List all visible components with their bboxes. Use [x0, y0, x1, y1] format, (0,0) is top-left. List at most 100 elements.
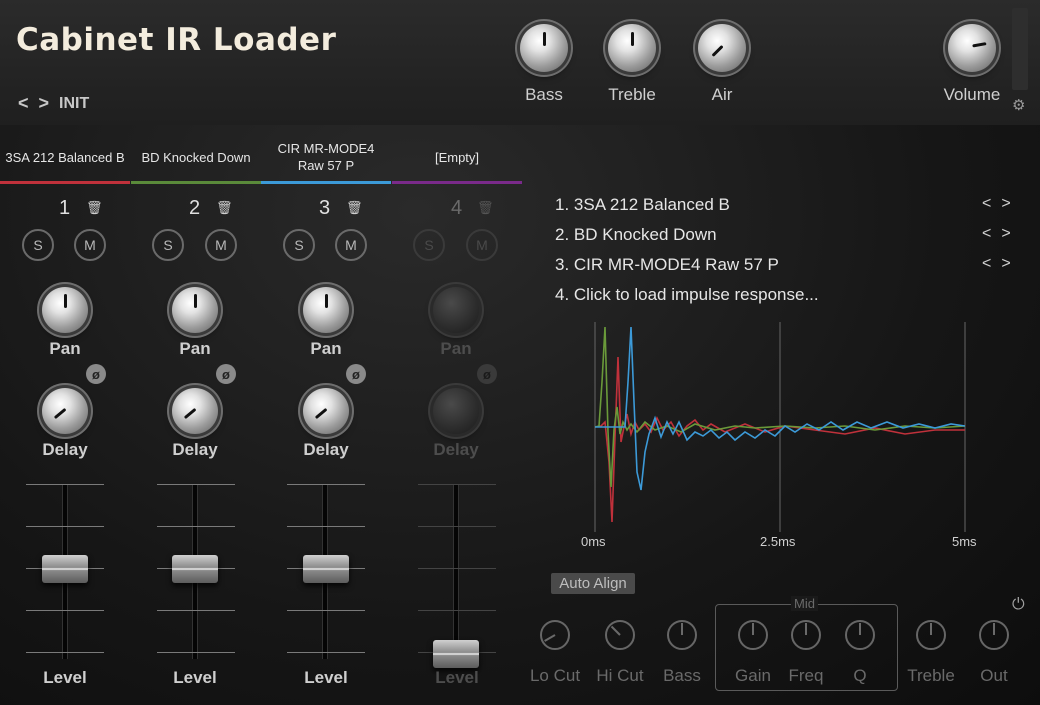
ir-list-arrows-1[interactable]: <>	[982, 195, 1021, 213]
ir-list-arrows-3[interactable]: <>	[982, 255, 1021, 273]
solo-button[interactable]: S	[283, 229, 315, 261]
channel-tab-bar	[0, 181, 130, 184]
bass-knob-label: Bass	[525, 85, 563, 104]
ir-list-arrows-2[interactable]: <>	[982, 225, 1021, 243]
lo-cut-label: Lo Cut	[529, 666, 581, 685]
trash-icon[interactable]: 🗑	[477, 200, 494, 216]
fader-tick	[287, 526, 365, 527]
delay-knob[interactable]	[433, 388, 479, 434]
pan-label: Pan	[310, 339, 342, 358]
mute-button[interactable]: M	[335, 229, 367, 261]
fader-tick	[418, 568, 496, 569]
delay-knob-group: Delay	[168, 388, 222, 460]
channel-tab-3[interactable]: CIR MR-MODE4 Raw 57 P	[261, 132, 391, 184]
channel-tab-label: BD Knocked Down	[141, 149, 251, 165]
channel-number: 1	[59, 197, 71, 219]
eq-bass-label: Bass	[663, 666, 701, 685]
volume-knob[interactable]	[948, 24, 996, 72]
channel-tab-1[interactable]: 3SA 212 Balanced B	[0, 132, 130, 184]
pan-knob[interactable]	[42, 287, 88, 333]
channel-tab-2[interactable]: BD Knocked Down	[131, 132, 261, 184]
pan-label: Pan	[49, 339, 81, 358]
gear-icon[interactable]: ⚙	[1012, 96, 1025, 114]
eq-power-icon[interactable]: ⏻	[1012, 596, 1025, 614]
pan-knob[interactable]	[172, 287, 218, 333]
phase-invert-button[interactable]: ø	[346, 364, 366, 384]
bass-knob[interactable]	[520, 24, 568, 72]
delay-knob[interactable]	[303, 388, 349, 434]
fader-tick	[157, 610, 235, 611]
level-fader-track[interactable]	[453, 484, 459, 659]
mid-gain-knob[interactable]	[738, 620, 768, 650]
fader-tick	[287, 484, 365, 485]
treble-knob-group: Treble	[603, 24, 661, 105]
mid-freq-knob[interactable]	[791, 620, 821, 650]
fader-tick	[418, 484, 496, 485]
hi-cut-knob[interactable]	[605, 620, 635, 650]
eq-treble-label: Treble	[907, 666, 955, 685]
level-label: Level	[435, 668, 479, 687]
level-fader-cap[interactable]	[433, 640, 479, 668]
eq-bass-knob[interactable]	[667, 620, 697, 650]
treble-knob-label: Treble	[608, 85, 656, 104]
air-knob[interactable]	[698, 24, 746, 72]
solo-button[interactable]: S	[152, 229, 184, 261]
delay-knob[interactable]	[172, 388, 218, 434]
solo-button[interactable]: S	[413, 229, 445, 261]
pan-knob[interactable]	[433, 287, 479, 333]
phase-invert-button[interactable]: ø	[216, 364, 236, 384]
ir-list-item-2[interactable]: 2. BD Knocked Down	[555, 225, 717, 245]
delay-label: Delay	[433, 440, 479, 459]
delay-knob[interactable]	[42, 388, 88, 434]
channel-number: 2	[189, 197, 201, 219]
pan-knob-group: Pan	[299, 287, 353, 359]
preset-name[interactable]: INIT	[59, 95, 89, 113]
trash-icon[interactable]: 🗑	[86, 200, 103, 216]
next-preset-arrow[interactable]: >	[39, 93, 50, 114]
delay-knob-group: Delay	[299, 388, 353, 460]
eq-treble-knob[interactable]	[916, 620, 946, 650]
ir-list-item-4[interactable]: 4. Click to load impulse response...	[555, 285, 819, 305]
mute-button[interactable]: M	[466, 229, 498, 261]
out-knob[interactable]	[979, 620, 1009, 650]
fader-tick	[287, 610, 365, 611]
volume-knob-label: Volume	[943, 85, 1001, 104]
auto-align-button[interactable]: Auto Align	[551, 573, 635, 594]
ir-list-item-3[interactable]: 3. CIR MR-MODE4 Raw 57 P	[555, 255, 779, 275]
phase-invert-button[interactable]: ø	[86, 364, 106, 384]
channel-tab-4[interactable]: [Empty]	[392, 132, 522, 184]
fader-tick	[418, 610, 496, 611]
level-fader-cap[interactable]	[42, 555, 88, 583]
channel-tab-bar	[392, 181, 522, 184]
level-fader-cap[interactable]	[303, 555, 349, 583]
prev-preset-arrow[interactable]: <	[18, 93, 29, 114]
fader-tick	[26, 484, 104, 485]
mid-q-knob[interactable]	[845, 620, 875, 650]
pan-knob[interactable]	[303, 287, 349, 333]
hi-cut-label: Hi Cut	[596, 666, 644, 685]
pan-knob-group: Pan	[168, 287, 222, 359]
phase-invert-button[interactable]: ø	[477, 364, 497, 384]
mute-button[interactable]: M	[74, 229, 106, 261]
channel-number: 4	[451, 197, 463, 219]
treble-knob[interactable]	[608, 24, 656, 72]
trash-icon[interactable]: 🗑	[216, 200, 233, 216]
channel-tab-bar	[131, 181, 261, 184]
trash-icon[interactable]: 🗑	[346, 200, 363, 216]
mute-button[interactable]: M	[205, 229, 237, 261]
volume-knob-group: Volume	[940, 24, 1004, 105]
ir-list-item-1[interactable]: 1. 3SA 212 Balanced B	[555, 195, 730, 215]
mid-band-label: Mid	[791, 596, 818, 611]
air-knob-group: Air	[693, 24, 751, 105]
delay-label: Delay	[42, 440, 88, 459]
ir-waveform-plot	[594, 322, 966, 532]
air-knob-label: Air	[711, 85, 733, 104]
scrollbar[interactable]	[1012, 8, 1028, 90]
level-fader-cap[interactable]	[172, 555, 218, 583]
channel-number: 3	[319, 197, 331, 219]
out-label: Out	[980, 666, 1008, 685]
level-label: Level	[43, 668, 87, 687]
channel-tab-label: CIR MR-MODE4 Raw 57 P	[277, 141, 375, 173]
solo-button[interactable]: S	[22, 229, 54, 261]
lo-cut-knob[interactable]	[540, 620, 570, 650]
